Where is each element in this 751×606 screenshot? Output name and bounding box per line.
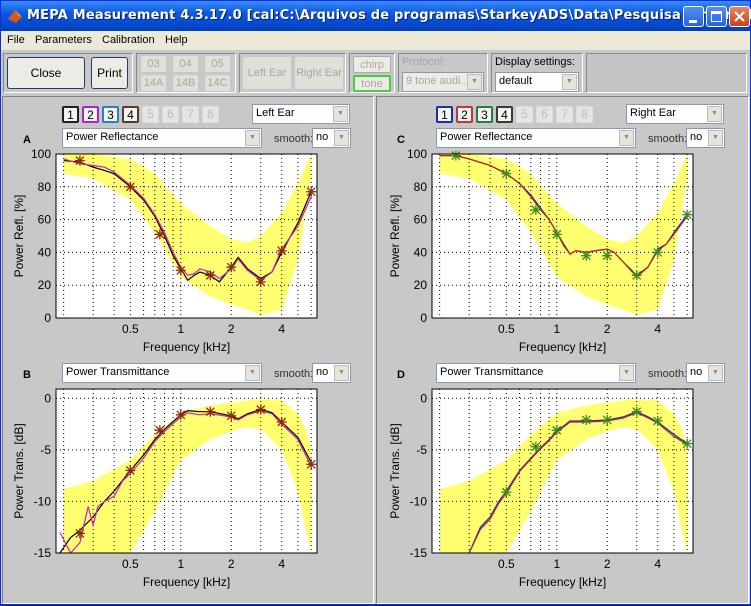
measure-select-c[interactable]: Power Reflectance ▼: [436, 128, 636, 148]
smooth-label: smooth:: [274, 133, 314, 145]
channel-button-3[interactable]: 3: [476, 106, 493, 123]
plot-letter-c: C: [397, 134, 405, 146]
maximize-button[interactable]: [706, 6, 727, 27]
chevron-down-icon: ▼: [334, 130, 349, 146]
main-actions-group: Close Print: [3, 53, 133, 93]
chevron-down-icon: ▼: [334, 365, 349, 381]
right-ear-button[interactable]: Right Ear: [295, 57, 343, 89]
left-ear-panel: 12345678 Left Ear ▼ A Power Reflectance …: [2, 96, 374, 604]
chevron-down-icon: ▼: [707, 106, 722, 122]
right-ear-panel: 12345678 Right Ear ▼ C Power Reflectance…: [376, 96, 749, 604]
measure-value: Power Reflectance: [66, 131, 159, 143]
channel-button-7[interactable]: 7: [556, 106, 573, 123]
smooth-label: smooth:: [274, 368, 314, 380]
protocol-select[interactable]: 9 tone audi... ▼: [402, 72, 484, 92]
measure-select-a[interactable]: Power Reflectance ▼: [62, 128, 262, 148]
left-ear-button[interactable]: Left Ear: [243, 57, 291, 89]
title-bar[interactable]: MEPA Measurement 4.3.17.0 [cal:C:\Arquiv…: [1, 1, 751, 31]
preset-04[interactable]: 04: [173, 56, 198, 72]
measure-select-d[interactable]: Power Transmittance ▼: [436, 363, 636, 383]
channel-button-5[interactable]: 5: [516, 106, 533, 123]
protocol-label: Protocol:: [402, 56, 446, 68]
close-button[interactable]: Close: [7, 57, 85, 89]
app-window: MEPA Measurement 4.3.17.0 [cal:C:\Arquiv…: [0, 0, 751, 605]
channel-button-7[interactable]: 7: [182, 106, 199, 123]
smooth-value: no: [690, 366, 703, 378]
smooth-select-a[interactable]: no ▼: [312, 128, 351, 148]
smooth-label: smooth:: [648, 368, 688, 380]
preset-03[interactable]: 03: [141, 56, 166, 72]
smooth-value: no: [316, 366, 329, 378]
smooth-select-c[interactable]: no ▼: [686, 128, 725, 148]
display-settings-select[interactable]: default ▼: [495, 72, 579, 92]
window-title: MEPA Measurement 4.3.17.0 [cal:C:\Arquiv…: [27, 8, 751, 23]
preset-14c[interactable]: 14C: [205, 75, 230, 91]
menu-file[interactable]: File: [7, 34, 25, 46]
channel-button-2[interactable]: 2: [82, 106, 99, 123]
plot-letter-d: D: [397, 369, 405, 381]
channel-button-4[interactable]: 4: [122, 106, 139, 123]
tone-button[interactable]: tone: [353, 75, 391, 92]
chevron-down-icon: ▼: [708, 365, 723, 381]
menu-parameters[interactable]: Parameters: [35, 34, 92, 46]
close-window-button[interactable]: [729, 6, 750, 27]
chevron-down-icon: ▼: [333, 106, 348, 122]
measure-select-b[interactable]: Power Transmittance ▼: [62, 363, 262, 383]
ear-select-right[interactable]: Right Ear ▼: [626, 104, 724, 124]
chevron-down-icon: ▼: [708, 130, 723, 146]
protocol-group: Protocol: 9 tone audi... ▼: [398, 53, 488, 93]
close-icon: [734, 11, 745, 22]
channel-button-8[interactable]: 8: [576, 106, 593, 123]
smooth-select-b[interactable]: no ▼: [312, 363, 351, 383]
chevron-down-icon: ▼: [467, 74, 482, 90]
chevron-down-icon: ▼: [562, 74, 577, 90]
minimize-button[interactable]: [683, 6, 704, 27]
smooth-label: smooth:: [648, 133, 688, 145]
presets-group: 03 04 05 14A 14B 14C: [136, 53, 236, 93]
menu-calibration[interactable]: Calibration: [102, 34, 155, 46]
ear-select-group: Left Ear Right Ear: [239, 53, 346, 93]
smooth-value: no: [690, 131, 703, 143]
display-settings-label: Display settings:: [495, 56, 576, 68]
ear-value: Right Ear: [630, 107, 676, 119]
channel-button-1[interactable]: 1: [436, 106, 453, 123]
preset-14a[interactable]: 14A: [141, 75, 166, 91]
chevron-down-icon: ▼: [619, 130, 634, 146]
empty-group: [586, 53, 747, 93]
chevron-down-icon: ▼: [245, 365, 260, 381]
menu-help[interactable]: Help: [165, 34, 188, 46]
chevron-down-icon: ▼: [245, 130, 260, 146]
channel-button-5[interactable]: 5: [142, 106, 159, 123]
smooth-select-d[interactable]: no ▼: [686, 363, 725, 383]
display-settings-group: Display settings: default ▼: [491, 53, 583, 93]
protocol-value: 9 tone audi...: [406, 75, 470, 87]
chevron-down-icon: ▼: [619, 365, 634, 381]
measure-value: Power Transmittance: [66, 366, 170, 378]
menu-bar: File Parameters Calibration Help: [1, 31, 750, 50]
plot-letter-b: B: [23, 369, 31, 381]
ear-value: Left Ear: [256, 107, 295, 119]
display-settings-value: default: [499, 75, 533, 87]
chirp-button[interactable]: chirp: [353, 56, 391, 73]
measure-value: Power Reflectance: [440, 131, 533, 143]
smooth-value: no: [316, 131, 329, 143]
preset-14b[interactable]: 14B: [173, 75, 198, 91]
plot-letter-a: A: [23, 134, 31, 146]
stimulus-group: chirp tone: [349, 53, 395, 93]
print-button[interactable]: Print: [91, 57, 128, 89]
matlab-icon: [8, 10, 22, 23]
ear-select-left[interactable]: Left Ear ▼: [252, 104, 350, 124]
channel-button-6[interactable]: 6: [536, 106, 553, 123]
toolbar: Close Print 03 04 05 14A 14B 14C Left Ea…: [1, 50, 750, 96]
channel-button-4[interactable]: 4: [496, 106, 513, 123]
preset-05[interactable]: 05: [205, 56, 230, 72]
channel-button-2[interactable]: 2: [456, 106, 473, 123]
channel-button-6[interactable]: 6: [162, 106, 179, 123]
channel-button-1[interactable]: 1: [62, 106, 79, 123]
channel-button-3[interactable]: 3: [102, 106, 119, 123]
channel-button-8[interactable]: 8: [202, 106, 219, 123]
measure-value: Power Transmittance: [440, 366, 544, 378]
